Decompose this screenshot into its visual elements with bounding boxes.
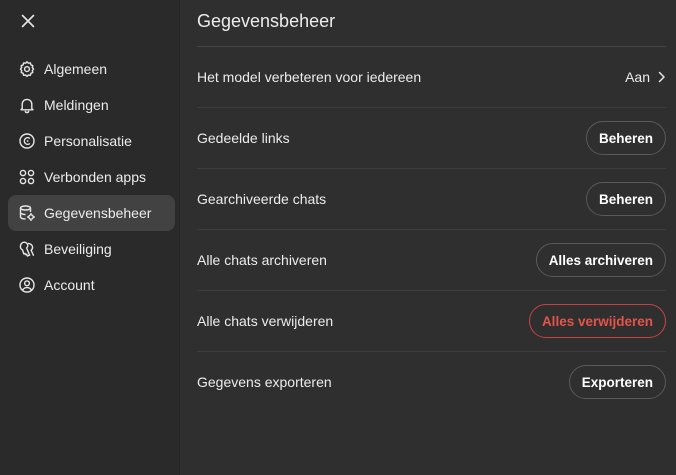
shield-key-icon [18, 240, 36, 258]
sidebar-item-label: Beveiliging [44, 241, 112, 257]
delete-all-button[interactable]: Alles verwijderen [528, 304, 666, 338]
archive-all-button[interactable]: Alles archiveren [535, 243, 666, 277]
setting-row-archive-all: Alle chats archiveren Alles archiveren [197, 230, 666, 291]
export-button[interactable]: Exporteren [568, 365, 666, 399]
setting-row-archived-chats: Gearchiveerde chats Beheren [197, 169, 666, 230]
manage-archived-chats-button[interactable]: Beheren [585, 182, 666, 216]
improve-model-toggle[interactable]: Aan [625, 69, 666, 85]
page-title: Gegevensbeheer [197, 0, 666, 47]
setting-label: Alle chats archiveren [197, 252, 327, 268]
database-gear-icon [18, 204, 36, 222]
setting-label: Gedeelde links [197, 130, 290, 146]
setting-label: Gearchiveerde chats [197, 191, 327, 207]
bell-icon [18, 96, 36, 114]
sidebar-item-algemeen[interactable]: Algemeen [8, 51, 175, 87]
gear-icon [18, 60, 36, 78]
sidebar-item-label: Personalisatie [44, 133, 132, 149]
user-circle-icon [18, 276, 36, 294]
sidebar-item-verbonden-apps[interactable]: Verbonden apps [8, 159, 175, 195]
setting-row-delete-all: Alle chats verwijderen Alles verwijderen [197, 291, 666, 352]
chevron-right-icon [658, 71, 666, 83]
sidebar-item-label: Algemeen [44, 61, 108, 77]
setting-row-shared-links: Gedeelde links Beheren [197, 108, 666, 169]
settings-window: Algemeen Meldingen Personalisatie Verbon… [0, 0, 676, 475]
sidebar-item-beveiliging[interactable]: Beveiliging [8, 231, 175, 267]
settings-content: Gegevensbeheer Het model verbeteren voor… [180, 0, 676, 475]
setting-row-export: Gegevens exporteren Exporteren [197, 352, 666, 412]
settings-nav: Algemeen Meldingen Personalisatie Verbon… [8, 51, 175, 303]
sidebar-item-gegevensbeheer[interactable]: Gegevensbeheer [8, 195, 175, 231]
setting-row-improve-model: Het model verbeteren voor iedereen Aan [197, 47, 666, 108]
settings-sidebar: Algemeen Meldingen Personalisatie Verbon… [0, 0, 180, 475]
sidebar-item-account[interactable]: Account [8, 267, 175, 303]
setting-label: Gegevens exporteren [197, 374, 332, 390]
setting-label: Alle chats verwijderen [197, 313, 334, 329]
manage-shared-links-button[interactable]: Beheren [585, 121, 666, 155]
sidebar-item-label: Verbonden apps [44, 169, 146, 185]
apps-grid-icon [18, 168, 36, 186]
close-button[interactable] [16, 11, 40, 35]
setting-label: Het model verbeteren voor iedereen [197, 69, 422, 85]
sidebar-item-meldingen[interactable]: Meldingen [8, 87, 175, 123]
sidebar-item-label: Meldingen [44, 97, 109, 113]
sidebar-item-label: Account [44, 277, 95, 293]
close-icon [21, 14, 35, 33]
personalization-icon [18, 132, 36, 150]
sidebar-item-label: Gegevensbeheer [44, 205, 152, 221]
setting-value: Aan [625, 69, 650, 85]
sidebar-item-personalisatie[interactable]: Personalisatie [8, 123, 175, 159]
